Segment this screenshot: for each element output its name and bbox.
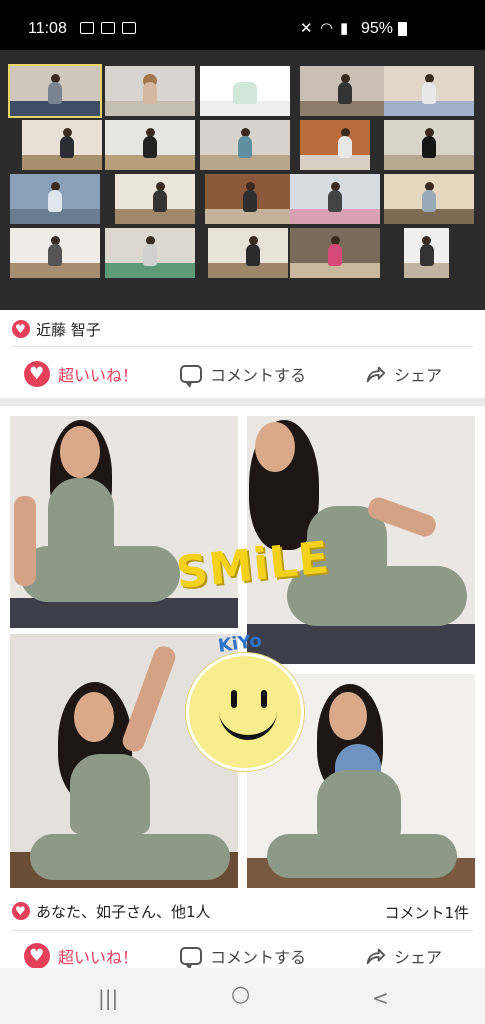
video-tile <box>10 228 100 278</box>
comment-icon <box>180 365 202 388</box>
image-icon <box>80 22 94 34</box>
video-tile <box>115 174 195 224</box>
video-tile <box>384 120 474 170</box>
heart-icon <box>12 320 30 338</box>
share-icon <box>366 948 386 965</box>
heart-icon <box>24 361 50 387</box>
video-call-image[interactable] <box>0 50 485 310</box>
video-tile <box>10 174 100 224</box>
voicemail-icon <box>122 22 136 34</box>
comment-button[interactable]: コメントする <box>180 944 307 970</box>
video-tile <box>208 228 288 278</box>
reactors-text: あなた、如子さん、他1人 <box>36 902 211 921</box>
comment-button[interactable]: コメントする <box>180 362 307 388</box>
comment-label: コメントする <box>210 948 307 967</box>
post-actions: 超いいね！ コメントする シェア <box>0 352 485 396</box>
system-nav-bar: ||| ○ < <box>0 968 485 1024</box>
super-like-label: 超いいね！ <box>58 948 139 967</box>
video-tile <box>205 174 295 224</box>
smiley-face-icon <box>186 653 304 771</box>
video-tile <box>105 120 195 170</box>
video-tile <box>105 66 195 116</box>
share-label: シェア <box>394 948 443 967</box>
wifi-icon: ◠ <box>320 20 334 37</box>
super-like-label: 超いいね！ <box>58 366 139 385</box>
video-tile <box>200 120 290 170</box>
video-tile <box>384 174 474 224</box>
super-like-button[interactable]: 超いいね！ <box>24 943 138 969</box>
video-tile <box>105 228 195 278</box>
heart-icon <box>12 902 30 920</box>
video-tile <box>300 66 390 116</box>
share-button[interactable]: シェア <box>364 944 442 968</box>
battery-level: 95% <box>360 20 393 37</box>
video-tile <box>300 120 370 170</box>
comment-icon <box>180 947 202 970</box>
status-bar: 11:08 ✕ ◠ ▮ 95% <box>0 0 485 50</box>
reactors-text: 近藤 智子 <box>36 320 101 339</box>
video-tile <box>290 174 380 224</box>
super-like-button[interactable]: 超いいね！ <box>24 361 138 387</box>
reactions-summary[interactable]: あなた、如子さん、他1人 <box>12 898 211 924</box>
video-tile <box>22 120 102 170</box>
back-icon[interactable]: < <box>372 986 389 1010</box>
share-icon <box>366 366 386 383</box>
battery-icon <box>398 22 407 36</box>
video-tile <box>200 66 290 116</box>
mute-icon: ✕ <box>300 20 313 37</box>
video-tile <box>384 66 474 116</box>
home-icon[interactable]: ○ <box>231 982 250 1007</box>
share-label: シェア <box>394 366 443 385</box>
comment-label: コメントする <box>210 366 307 385</box>
post-separator <box>0 398 485 406</box>
divider <box>12 930 473 931</box>
heart-icon <box>24 943 50 969</box>
share-button[interactable]: シェア <box>364 362 442 386</box>
reactions-summary[interactable]: 近藤 智子 <box>12 316 101 342</box>
status-time: 11:08 <box>28 20 67 37</box>
signal-icon: ▮ <box>340 20 349 37</box>
recents-icon[interactable]: ||| <box>98 986 118 1010</box>
comment-count[interactable]: コメント1件 <box>384 902 469 923</box>
video-tile <box>8 64 102 118</box>
divider <box>12 346 473 347</box>
video-tile <box>290 228 380 278</box>
video-tile <box>404 228 449 278</box>
mail-icon <box>101 22 115 34</box>
